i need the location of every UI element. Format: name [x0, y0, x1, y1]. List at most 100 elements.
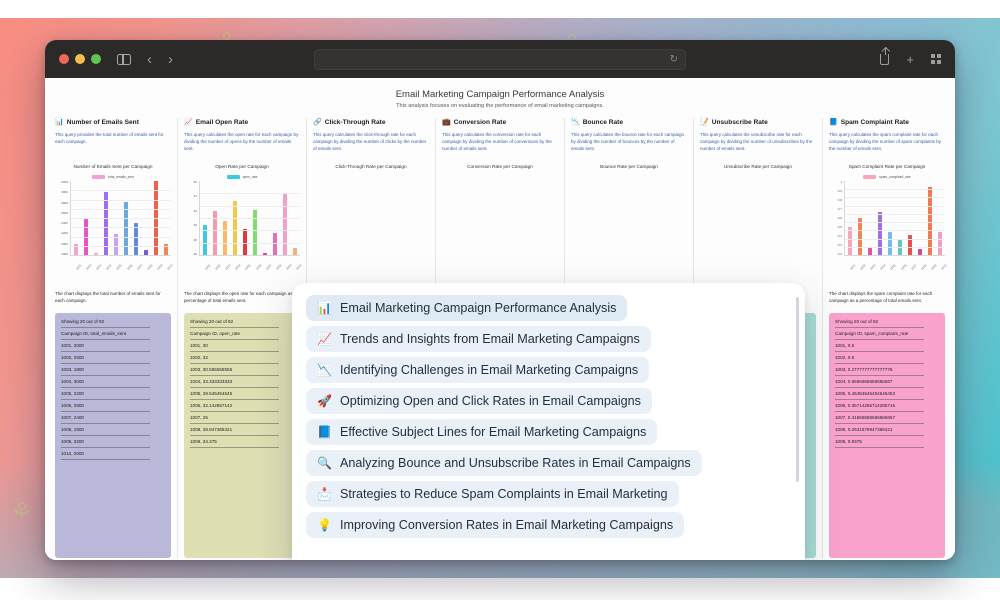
column-emoji-icon: 📘: [829, 118, 838, 126]
table-row: 1001, 2000: [61, 342, 84, 348]
divider: [61, 458, 151, 460]
suggestion-label: Trends and Insights from Email Marketing…: [339, 332, 640, 346]
y-axis-tick: 26: [193, 251, 197, 256]
window-controls[interactable]: [59, 54, 101, 64]
analysis-column: 📘 Spam Complaint Rate This query calculate…: [822, 118, 951, 558]
sidebar-toggle-icon[interactable]: [117, 53, 131, 65]
x-axis-tick: 1007: [909, 263, 918, 271]
suggestion-item[interactable]: 📩 Strategies to Reduce Spam Complaints in…: [306, 481, 679, 507]
y-axis-tick: 0.9: [837, 188, 842, 193]
chart-bar: [124, 202, 128, 255]
x-axis-tick: 1003: [224, 263, 232, 271]
divider: [835, 374, 925, 376]
column-header: 🔗 Click-Through Rate: [313, 118, 429, 126]
suggestion-emoji-icon: 📩: [317, 487, 332, 501]
y-axis-tick: 1: [840, 180, 842, 184]
suggestion-emoji-icon: 📈: [317, 332, 332, 346]
chart-bar: [293, 247, 297, 255]
legend-swatch: [226, 175, 240, 179]
suggestion-item[interactable]: 📉 Identifying Challenges in Email Marketi…: [306, 357, 650, 383]
zoom-window-button[interactable]: [91, 54, 101, 64]
column-emoji-icon: 📊: [55, 118, 64, 126]
forward-arrow-icon[interactable]: ›: [168, 52, 173, 67]
x-axis-tick: 1007: [264, 263, 273, 271]
chart-bar: [918, 249, 922, 255]
divider: [835, 410, 925, 412]
table-row: 1007, 0.41666666666666667: [835, 414, 896, 420]
address-bar[interactable]: ↻: [314, 48, 686, 70]
divider: [190, 350, 280, 352]
column-description: This query calculates the conversion rat…: [442, 132, 552, 151]
suggestion-label: Strategies to Reduce Spam Complaints in …: [339, 487, 668, 501]
bar-chart: total_emails_sent 3200 3000 2800 2600 2400 220…: [55, 175, 173, 283]
divider: [61, 326, 151, 328]
table-row: 1002, 0.6: [835, 354, 855, 360]
navigation-arrows[interactable]: ‹ ›: [147, 52, 173, 67]
page-content: Email Marketing Campaign Performance Ana…: [45, 78, 955, 560]
divider: [835, 446, 925, 448]
page-title: Email Marketing Campaign Performance Ana…: [395, 89, 605, 100]
column-description: This query calculates the bounce rate fo…: [571, 132, 685, 151]
data-table-panel: Showing 20 out of 92 Campaign ID, total_e…: [55, 312, 171, 558]
suggestion-label: Effective Subject Lines for Email Market…: [339, 425, 647, 439]
back-arrow-icon[interactable]: ‹: [147, 52, 152, 67]
plot-area: [199, 181, 300, 256]
column-emoji-icon: 💼: [442, 118, 451, 126]
suggestion-scrollbar[interactable]: [796, 297, 799, 482]
x-axis-tick: 1007: [135, 263, 144, 271]
chart-bar: [253, 209, 257, 255]
tab-overview-icon[interactable]: [931, 54, 941, 64]
suggestion-item[interactable]: 🚀 Optimizing Open and Click Rates in Emai…: [306, 388, 652, 414]
reload-icon[interactable]: ↻: [670, 54, 678, 65]
x-axis: 1001 1002 1003 1004 1005 1006 1007 1008 1009 1010: [199, 263, 302, 278]
x-axis-tick: 1002: [214, 263, 222, 271]
table-row: 1009, 34.375: [190, 438, 217, 444]
y-axis-tick: 28: [193, 237, 197, 242]
suggestion-item[interactable]: 🔍 Analyzing Bounce and Unsubscribe Rates …: [306, 450, 702, 476]
table-row: 1004, 0.6666666666666667: [835, 378, 893, 384]
suggestion-emoji-icon: 🔍: [317, 456, 332, 470]
suggestion-dropdown: 📊 Email Marketing Campaign Performance An…: [292, 283, 805, 560]
close-window-button[interactable]: [59, 54, 69, 64]
column-emoji-icon: 📝: [700, 118, 709, 126]
suggestion-emoji-icon: 💡: [317, 518, 332, 532]
chart-legend: total_emails_sent: [55, 175, 171, 179]
analysis-column: 📈 Email Open Rate This query calculates th…: [177, 118, 306, 558]
chart-bar: [144, 249, 148, 255]
y-axis-tick: 34: [193, 194, 197, 199]
suggestion-item[interactable]: 📊 Email Marketing Campaign Performance An…: [306, 295, 628, 321]
share-icon[interactable]: [880, 47, 890, 65]
column-emoji-icon: 📉: [571, 118, 580, 126]
chart-title: Bounce Rate per Campaign: [600, 164, 658, 169]
x-axis-tick: 1005: [115, 263, 123, 271]
new-tab-icon[interactable]: +: [906, 52, 914, 67]
column-title: Unsubscribe Rate: [711, 118, 768, 126]
x-axis-tick: 1006: [254, 263, 263, 271]
x-axis: 1001 1002 1003 1004 1005 1006 1007 1008 1009 1010: [844, 263, 947, 278]
chart-bar: [868, 247, 872, 255]
suggestion-item[interactable]: 📈 Trends and Insights from Email Marketin…: [306, 326, 651, 352]
chart-bar: [283, 193, 287, 255]
minimize-window-button[interactable]: [75, 54, 85, 64]
plot-area: [844, 181, 945, 256]
table-row: 1004, 3000: [61, 378, 84, 384]
suggestion-item[interactable]: 💡 Improving Conversion Rates in Email Mar…: [306, 512, 685, 538]
x-axis-tick: 1008: [274, 263, 283, 271]
divider: [61, 410, 151, 412]
divider: [835, 338, 925, 340]
suggestion-item[interactable]: 📘 Effective Subject Lines for Email Marke…: [306, 419, 658, 445]
x-axis-tick: 1004: [234, 263, 242, 271]
page-subtitle: This analysis focuses on evaluating the …: [396, 103, 604, 109]
divider: [190, 398, 280, 400]
legend-label: spam_complaint_rate: [879, 175, 911, 179]
suggestion-label: Identifying Challenges in Email Marketin…: [339, 363, 639, 377]
divider: [835, 422, 925, 424]
chart-title: Unsubscribe Rate per Campaign: [723, 164, 792, 169]
x-axis-tick: 1002: [859, 263, 867, 271]
x-axis-tick: 1008: [145, 263, 154, 271]
column-description: This query calculates the spam complaint…: [829, 132, 942, 151]
divider: [190, 422, 280, 424]
y-axis: 1 0.9 0.8 0.7 0.6 0.5 0.4 0.3 0.2: [829, 180, 844, 267]
divider: [190, 362, 280, 364]
divider: [835, 350, 925, 352]
